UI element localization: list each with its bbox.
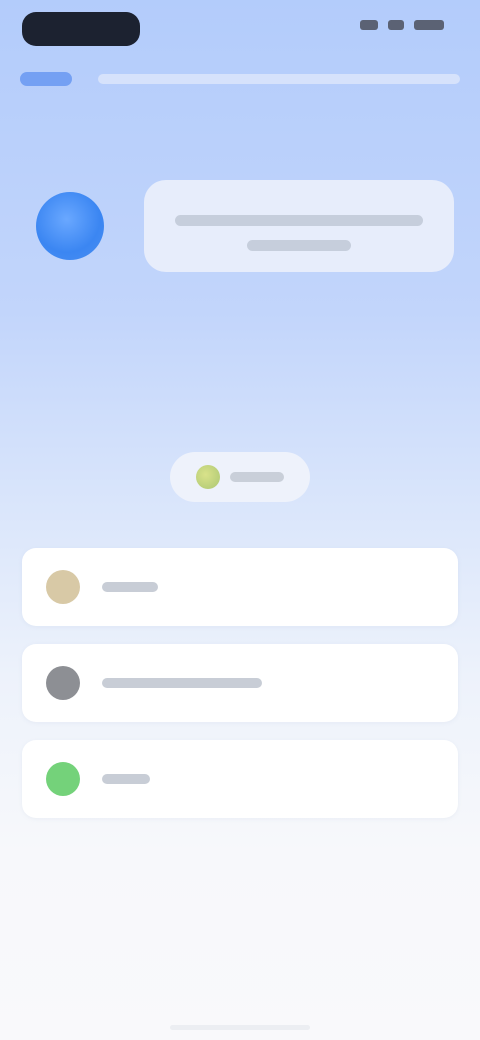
assistant-avatar-icon (36, 192, 104, 260)
nav-bar (20, 66, 460, 92)
option-item[interactable] (22, 644, 458, 722)
document-icon (46, 570, 80, 604)
check-icon (46, 762, 80, 796)
options-list (22, 548, 458, 836)
nav-title (98, 74, 460, 84)
status-bar (0, 0, 480, 64)
option-label (102, 774, 150, 784)
lightbulb-icon (196, 465, 220, 489)
message-line (247, 240, 351, 251)
home-indicator[interactable] (170, 1025, 310, 1030)
settings-icon (46, 666, 80, 700)
option-label (102, 582, 158, 592)
signal-icon (360, 20, 378, 30)
option-item[interactable] (22, 548, 458, 626)
status-time (22, 12, 140, 46)
assistant-message-row (36, 178, 454, 274)
option-label-bar (102, 582, 158, 592)
option-label-bar (102, 774, 150, 784)
option-label (102, 678, 262, 688)
suggestion-chip[interactable] (170, 452, 310, 502)
message-line (175, 215, 423, 226)
battery-icon (414, 20, 444, 30)
back-button[interactable] (20, 72, 72, 86)
option-label-bar (102, 678, 262, 688)
wifi-icon (388, 20, 404, 30)
option-item[interactable] (22, 740, 458, 818)
suggestion-chip-label (230, 472, 284, 482)
status-icons (360, 20, 444, 30)
assistant-message-bubble (144, 180, 454, 272)
